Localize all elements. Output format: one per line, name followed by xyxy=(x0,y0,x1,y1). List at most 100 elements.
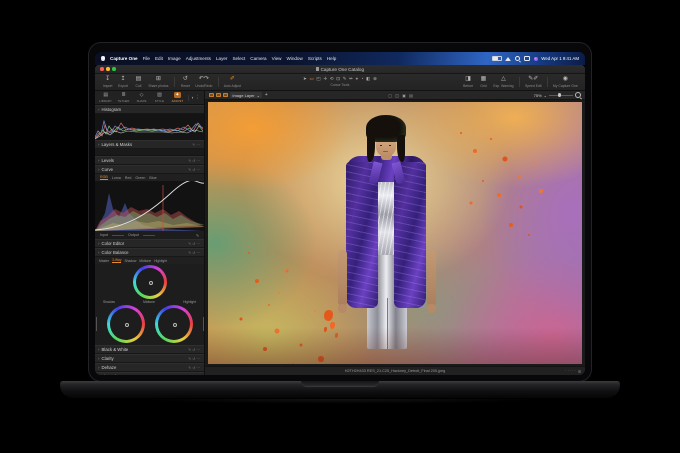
siri-icon[interactable] xyxy=(534,57,538,61)
curve-tab-luma[interactable]: Luma xyxy=(112,176,121,180)
section-action-icons[interactable]: ✎↺⋯ xyxy=(188,251,201,255)
section-levels[interactable]: › Levels ✎↺⋯ xyxy=(95,156,204,165)
minimize-button[interactable] xyxy=(106,67,110,71)
section-action-icons[interactable]: ✎↺⋯ xyxy=(188,242,201,246)
curve-graph[interactable] xyxy=(95,181,204,231)
more-tabs-icon[interactable]: ⋮ xyxy=(195,95,200,101)
tab-adjust[interactable]: ✦ ADJUST xyxy=(169,92,186,103)
tab-style[interactable]: ▨ STYLE xyxy=(151,92,168,103)
mask-only-icon[interactable] xyxy=(216,93,221,98)
multi-view-icon[interactable]: ▣ xyxy=(402,93,406,98)
section-dehaze[interactable]: › Dehaze ✎↺⋯ xyxy=(95,363,204,372)
select-tool-icon[interactable]: ▭ xyxy=(309,76,313,82)
move-tool-icon[interactable]: ✛ xyxy=(323,76,327,82)
menu-image[interactable]: Image xyxy=(168,56,181,61)
menu-file[interactable]: File xyxy=(143,56,150,61)
zoom-level[interactable]: 75% xyxy=(534,93,542,98)
apple-logo-icon[interactable] xyxy=(101,56,105,61)
section-action-icons[interactable]: ✎↺⋯ xyxy=(188,375,201,376)
cb-tab-highlight[interactable]: Highlight xyxy=(154,259,167,263)
section-clarity[interactable]: › Clarity ✎↺⋯ xyxy=(95,354,204,363)
menu-adjustments[interactable]: Adjustments xyxy=(186,56,211,61)
section-action-icons[interactable]: ✎↺⋯ xyxy=(188,366,201,370)
section-histogram[interactable]: › Histogram xyxy=(95,105,204,114)
curve-picker-icon[interactable]: ✎ xyxy=(196,233,199,238)
speed-edit-button[interactable]: ✎✐ Speed Edit xyxy=(525,76,542,87)
tab-shape[interactable]: ◇ SHAPE xyxy=(133,92,150,103)
grid-button[interactable]: ▦ Grid xyxy=(478,76,489,87)
close-button[interactable] xyxy=(100,67,104,71)
magnifier-icon[interactable] xyxy=(575,92,581,98)
curve-tab-red[interactable]: Red xyxy=(125,176,132,180)
pick-color-tool-icon[interactable]: ⌖ xyxy=(356,76,359,82)
midtone-color-wheel[interactable] xyxy=(133,265,167,299)
export-button[interactable]: ↥ Export xyxy=(118,76,129,87)
battery-icon[interactable] xyxy=(492,56,502,62)
curve-tab-blue[interactable]: Blue xyxy=(149,176,156,180)
menu-help[interactable]: Help xyxy=(327,56,336,61)
single-view-icon[interactable]: ▢ xyxy=(388,93,392,98)
zoom-button[interactable] xyxy=(112,67,116,71)
tab-tether[interactable]: ≣ TETHER xyxy=(115,92,132,103)
heal-tool-icon[interactable]: ◧ xyxy=(366,76,370,82)
cb-tab-3way[interactable]: 3-Way xyxy=(112,258,121,263)
saturation-slider[interactable] xyxy=(203,317,204,331)
menu-layer[interactable]: Layer xyxy=(216,56,228,61)
cb-tab-master[interactable]: Master xyxy=(99,259,109,263)
spot-tool-icon[interactable]: ◔ xyxy=(361,76,364,82)
section-action-icons[interactable]: ✎↺⋯ xyxy=(188,168,201,172)
menu-camera[interactable]: Camera xyxy=(250,56,266,61)
mask-overlay-icon[interactable] xyxy=(209,93,214,98)
curve-tab-rgb[interactable]: RGB xyxy=(100,175,108,180)
proof-view-icon[interactable]: ▤ xyxy=(409,93,413,98)
wifi-icon[interactable] xyxy=(505,57,511,61)
my-capture-one-button[interactable]: ◉ My Capture One xyxy=(553,76,578,87)
luminance-slider[interactable] xyxy=(96,317,97,331)
share-photos-button[interactable]: ⊞ Share photos xyxy=(148,76,168,87)
section-vignetting[interactable]: › Vignetting ✎↺⋯ xyxy=(95,372,204,375)
menu-window[interactable]: Window xyxy=(286,56,302,61)
layer-list-row[interactable] xyxy=(95,149,204,156)
keystone-tool-icon[interactable]: ⊡ xyxy=(336,76,340,82)
erase-mask-tool-icon[interactable]: ✏ xyxy=(349,76,353,82)
photo-image[interactable] xyxy=(208,102,582,364)
section-action-icons[interactable]: ✎↺⋯ xyxy=(188,159,201,163)
white-balance-icon[interactable]: ◑ xyxy=(191,95,194,100)
menu-select[interactable]: Select xyxy=(232,56,245,61)
draw-mask-tool-icon[interactable]: ✎ xyxy=(343,76,347,82)
section-action-icons[interactable]: ✎↺⋯ xyxy=(188,348,201,352)
menu-scripts[interactable]: Scripts xyxy=(308,56,322,61)
rating-dots[interactable]: · · · · · xyxy=(565,369,576,373)
tab-library[interactable]: ▤ LIBRARY xyxy=(97,92,114,103)
zoom-slider[interactable] xyxy=(549,95,573,96)
menu-view[interactable]: View xyxy=(272,56,282,61)
cb-tab-shadow[interactable]: Shadow xyxy=(124,259,136,263)
rotate-tool-icon[interactable]: ⟲ xyxy=(330,76,334,82)
split-view-icon[interactable]: ◫ xyxy=(395,93,399,98)
section-color-balance[interactable]: › Color Balance ✎↺⋯ xyxy=(95,248,204,257)
curve-tab-green[interactable]: Green xyxy=(135,176,145,180)
section-curve[interactable]: › Curve ✎↺⋯ xyxy=(95,165,204,174)
curve-output-value[interactable] xyxy=(143,235,155,236)
section-action-icons[interactable]: ✎↺⋯ xyxy=(188,357,201,361)
crop-tool-icon[interactable]: ◰ xyxy=(316,76,320,82)
zoom-tool-icon[interactable]: ⊕ xyxy=(373,76,377,82)
section-action-icons[interactable]: ✎⋯ xyxy=(192,143,201,147)
section-layers-masks[interactable]: › Layers & Masks ✎⋯ xyxy=(95,140,204,149)
reset-button[interactable]: ↺ Reset xyxy=(180,76,191,87)
cb-tab-midtone[interactable]: Midtone xyxy=(139,259,151,263)
spotlight-icon[interactable] xyxy=(515,56,521,62)
curve-input-value[interactable] xyxy=(112,235,124,236)
cull-button[interactable]: ▤ Cull xyxy=(133,76,144,87)
menu-bar-clock[interactable]: Wed Apr 1 9:41 AM xyxy=(541,56,579,61)
before-button[interactable]: ◨ Before xyxy=(463,76,474,87)
auto-adjust-button[interactable]: ✐ Auto Adjust xyxy=(224,76,241,87)
undo-redo-button[interactable]: ↶↷ Undo/Redo xyxy=(195,76,212,87)
mask-hide-icon[interactable] xyxy=(223,93,228,98)
zoom-dropdown-icon[interactable]: ⌄ xyxy=(544,93,547,98)
section-color-editor[interactable]: › Color Editor ✎↺⋯ xyxy=(95,239,204,248)
import-button[interactable]: ↧ Import xyxy=(102,76,113,87)
shadow-color-wheel[interactable] xyxy=(107,305,145,343)
control-center-icon[interactable] xyxy=(524,56,530,62)
menu-edit[interactable]: Edit xyxy=(155,56,163,61)
